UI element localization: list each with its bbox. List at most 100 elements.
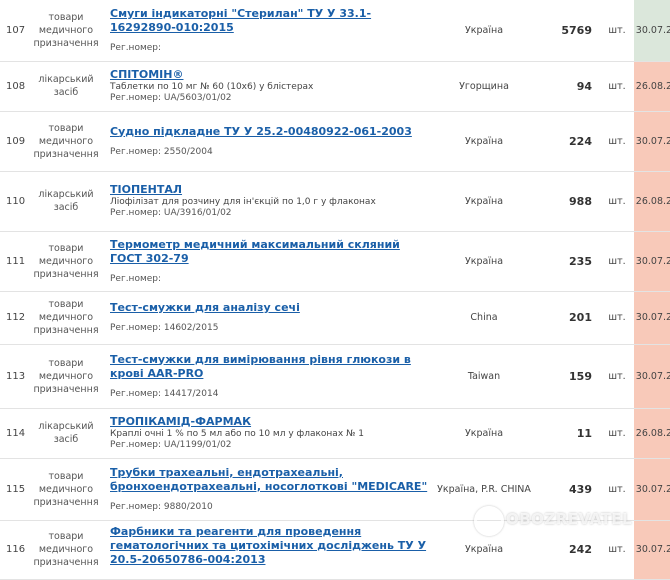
product-link[interactable]: Судно підкладне ТУ У 25.2-00480922-061-2… — [110, 125, 430, 139]
row-number: 114 — [0, 408, 32, 459]
product-name-cell: ТІОПЕНТАЛ Ліофілізат для розчину для ін'є… — [100, 171, 430, 232]
product-type: лікарський засіб — [32, 171, 100, 232]
product-link[interactable]: ТРОПІКАМІД-ФАРМАК — [110, 415, 430, 429]
product-description: Краплі очні 1 % по 5 мл або по 10 мл у ф… — [110, 429, 364, 439]
quantity: 988 — [538, 171, 600, 232]
product-name-cell: Тест-смужки для аналізу сечі Рег.номер: 1… — [100, 291, 430, 345]
product-name-cell: Термометр медичний максимальний скляний … — [100, 231, 430, 292]
product-name-cell: Смуги індикаторні "Стерилан" ТУ У 33.1-1… — [100, 0, 430, 62]
product-link[interactable]: Тест-смужки для вимірювання рівня глюкоз… — [110, 353, 430, 381]
product-link[interactable]: СПІТОМІН® — [110, 68, 430, 82]
product-type: лікарський засіб — [32, 408, 100, 459]
product-type: товари медичного призначення — [32, 458, 100, 521]
unit: шт. — [600, 111, 634, 172]
product-link[interactable]: ТІОПЕНТАЛ — [110, 183, 430, 197]
date: 30.07.2020 — [634, 458, 670, 521]
product-link[interactable]: Смуги індикаторні "Стерилан" ТУ У 33.1-1… — [110, 7, 430, 35]
product-name-cell: ТРОПІКАМІД-ФАРМАК Краплі очні 1 % по 5 мл… — [100, 408, 430, 459]
table-row: 107 товари медичного призначення Смуги інд… — [0, 0, 670, 62]
table-row: 113 товари медичного призначення Тест-смуж… — [0, 344, 670, 409]
table-row: 108 лікарський засіб СПІТОМІН® Таблетки по … — [0, 61, 670, 112]
date: 26.08.2020 — [634, 408, 670, 459]
registration-number: Рег.номер: 9880/2010 — [110, 501, 213, 512]
medicines-table: 107 товари медичного призначення Смуги інд… — [0, 0, 670, 580]
unit: шт. — [600, 344, 634, 409]
row-number: 113 — [0, 344, 32, 409]
unit: шт. — [600, 520, 634, 580]
quantity: 235 — [538, 231, 600, 292]
product-type: товари медичного призначення — [32, 344, 100, 409]
country: Україна — [430, 171, 538, 232]
product-link[interactable]: Термометр медичний максимальний скляний … — [110, 238, 430, 266]
product-description: Таблетки по 10 мг № 60 (10х6) у блістера… — [110, 82, 314, 92]
product-type: товари медичного призначення — [32, 291, 100, 345]
product-link[interactable]: Тест-смужки для аналізу сечі — [110, 301, 430, 315]
registration-number: Рег.номер: — [110, 42, 162, 53]
table-row: 110 лікарський засіб ТІОПЕНТАЛ Ліофілізат д… — [0, 171, 670, 232]
date: 30.07.2020 — [634, 344, 670, 409]
product-name-cell: Фарбники та реагенти для проведення гема… — [100, 520, 430, 580]
quantity: 94 — [538, 61, 600, 112]
country: Україна — [430, 111, 538, 172]
table-row: 109 товари медичного призначення Судно під… — [0, 111, 670, 172]
country: Україна — [430, 408, 538, 459]
quantity: 159 — [538, 344, 600, 409]
quantity: 224 — [538, 111, 600, 172]
quantity: 201 — [538, 291, 600, 345]
quantity: 11 — [538, 408, 600, 459]
row-number: 111 — [0, 231, 32, 292]
product-type: товари медичного призначення — [32, 231, 100, 292]
country: Україна — [430, 0, 538, 62]
unit: шт. — [600, 291, 634, 345]
row-number: 108 — [0, 61, 32, 112]
row-number: 110 — [0, 171, 32, 232]
registration-number: Рег.номер: — [110, 273, 162, 284]
registration-number: Рег.номер: 2550/2004 — [110, 146, 213, 157]
row-number: 109 — [0, 111, 32, 172]
product-name-cell: Трубки трахеальні, ендотрахеальні, бронх… — [100, 458, 430, 521]
quantity: 5769 — [538, 0, 600, 62]
registration-number: Рег.номер: UA/5603/01/02 — [110, 93, 232, 103]
table-row: 114 лікарський засіб ТРОПІКАМІД-ФАРМАК Крап… — [0, 408, 670, 459]
date: 26.08.2020 — [634, 171, 670, 232]
watermark-text: OBOZREVATEL — [506, 510, 633, 528]
date: 30.07.2020 — [634, 231, 670, 292]
date: 30.07.2020 — [634, 291, 670, 345]
date: 26.08.2020 — [634, 61, 670, 112]
row-number: 116 — [0, 520, 32, 580]
row-number: 115 — [0, 458, 32, 521]
product-description: Ліофілізат для розчину для ін'єкцій по 1… — [110, 197, 376, 207]
country: China — [430, 291, 538, 345]
product-link[interactable]: Фарбники та реагенти для проведення гема… — [110, 525, 430, 567]
registration-number: Рег.номер: 14417/2014 — [110, 388, 219, 399]
country: Україна — [430, 231, 538, 292]
table-row: 111 товари медичного призначення Термометр… — [0, 231, 670, 292]
unit: шт. — [600, 61, 634, 112]
obozrevatel-logo-icon — [474, 506, 504, 536]
unit: шт. — [600, 0, 634, 62]
product-name-cell: Судно підкладне ТУ У 25.2-00480922-061-2… — [100, 111, 430, 172]
row-number: 112 — [0, 291, 32, 345]
unit: шт. — [600, 408, 634, 459]
product-type: товари медичного призначення — [32, 520, 100, 580]
row-number: 107 — [0, 0, 32, 62]
registration-number: Рег.номер: UA/1199/01/02 — [110, 440, 232, 450]
table-row: 112 товари медичного призначення Тест-смуж… — [0, 291, 670, 345]
product-type: товари медичного призначення — [32, 111, 100, 172]
table-row: 116 товари медичного призначення Фарбники … — [0, 520, 670, 580]
unit: шт. — [600, 231, 634, 292]
country: Угорщина — [430, 61, 538, 112]
product-name-cell: СПІТОМІН® Таблетки по 10 мг № 60 (10х6) у… — [100, 61, 430, 112]
country: Taiwan — [430, 344, 538, 409]
date: 30.07.2020 — [634, 111, 670, 172]
product-name-cell: Тест-смужки для вимірювання рівня глюкоз… — [100, 344, 430, 409]
product-type: товари медичного призначення — [32, 0, 100, 62]
product-link[interactable]: Трубки трахеальні, ендотрахеальні, бронх… — [110, 466, 430, 494]
date: 30.07.2020 — [634, 0, 670, 62]
registration-number: Рег.номер: 14602/2015 — [110, 323, 219, 333]
unit: шт. — [600, 171, 634, 232]
registration-number: Рег.номер: UA/3916/01/02 — [110, 208, 232, 218]
quantity: 242 — [538, 520, 600, 580]
product-type: лікарський засіб — [32, 61, 100, 112]
date: 30.07.2020 — [634, 520, 670, 580]
